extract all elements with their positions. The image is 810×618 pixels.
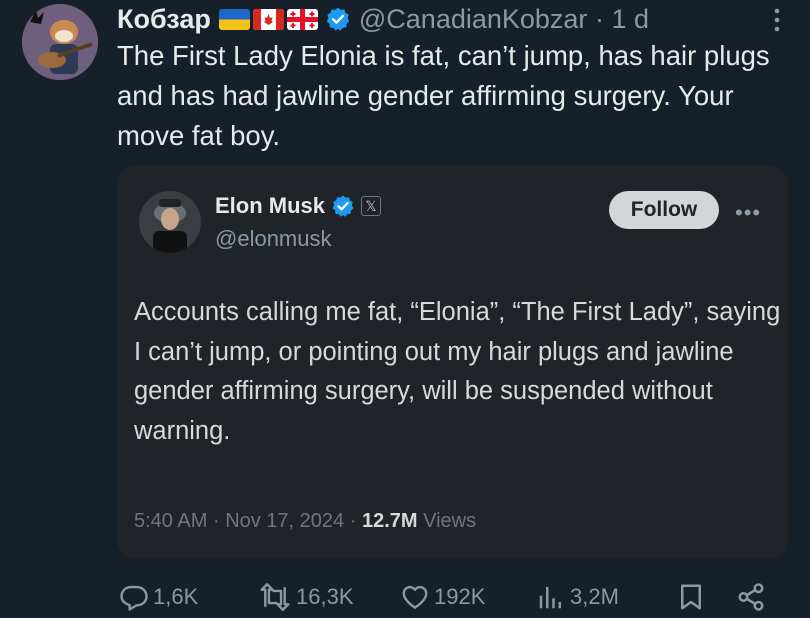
analytics-icon <box>539 587 561 609</box>
quoted-display-name[interactable]: Elon Musk <box>215 193 325 219</box>
reply-icon <box>120 585 148 611</box>
like-count: 192K <box>434 584 486 609</box>
quoted-tweet-meta: 5:40 AM · Nov 17, 2024 · 12.7M Views <box>134 510 476 533</box>
reply-button[interactable]: 1,6K <box>119 582 198 612</box>
tweet-action-bar: 1,6K 16,3K 192K 3,2M <box>0 582 810 618</box>
quoted-time[interactable]: 5:40 AM <box>134 510 207 532</box>
repost-count: 16,3K <box>296 584 354 609</box>
like-button[interactable]: 192K <box>400 582 485 612</box>
meta-separator: · <box>349 510 357 532</box>
quoted-views-count: 12.7M <box>361 510 418 532</box>
views-button[interactable]: 3,2M <box>536 582 619 612</box>
tweet-time: 1 d <box>611 3 650 34</box>
header-separator: · <box>594 3 604 34</box>
quoted-verified-badge-icon[interactable] <box>331 194 355 218</box>
tweet-text: The First Lady Elonia is fat, can’t jump… <box>117 40 770 151</box>
x-affiliation-icon[interactable]: 𝕏 <box>361 196 382 216</box>
quoted-date[interactable]: Nov 17, 2024 <box>225 510 344 532</box>
author-avatar[interactable] <box>22 4 98 80</box>
quoted-name-row: Elon Musk 𝕏 <box>215 193 382 219</box>
meta-separator: · <box>212 510 220 532</box>
bookmark-button[interactable] <box>676 582 706 612</box>
ukraine-flag-icon <box>218 8 250 30</box>
reply-count: 1,6K <box>153 584 199 609</box>
flags-group <box>218 8 318 30</box>
more-options-icon[interactable] <box>774 8 780 32</box>
quoted-more-options-icon[interactable]: ••• <box>735 202 761 224</box>
share-button[interactable] <box>736 582 766 612</box>
bookmark-icon <box>681 584 701 610</box>
tweet-header: Кобзар @CanadianKobzar · 1 d <box>117 4 649 34</box>
quoted-handle[interactable]: @elonmusk <box>215 226 332 252</box>
quoted-tweet-card[interactable]: Elon Musk 𝕏 @elonmusk Follow ••• Account… <box>117 165 788 559</box>
share-icon <box>738 583 764 611</box>
georgia-flag-icon <box>286 8 318 30</box>
quoted-tweet-text: Accounts calling me fat, “Elonia”, “The … <box>134 298 781 445</box>
verified-badge-icon[interactable] <box>325 6 351 32</box>
repost-icon <box>260 583 290 611</box>
follow-button[interactable]: Follow <box>609 191 719 229</box>
quoted-author-avatar[interactable] <box>139 191 201 253</box>
quoted-views-label: Views <box>423 510 477 532</box>
canada-flag-icon <box>252 8 284 30</box>
views-count: 3,2M <box>570 584 619 609</box>
repost-button[interactable]: 16,3K <box>258 582 354 612</box>
author-display-name[interactable]: Кобзар <box>117 4 211 35</box>
author-handle[interactable]: @CanadianKobzar · 1 d <box>359 4 649 35</box>
heart-icon <box>402 585 428 609</box>
